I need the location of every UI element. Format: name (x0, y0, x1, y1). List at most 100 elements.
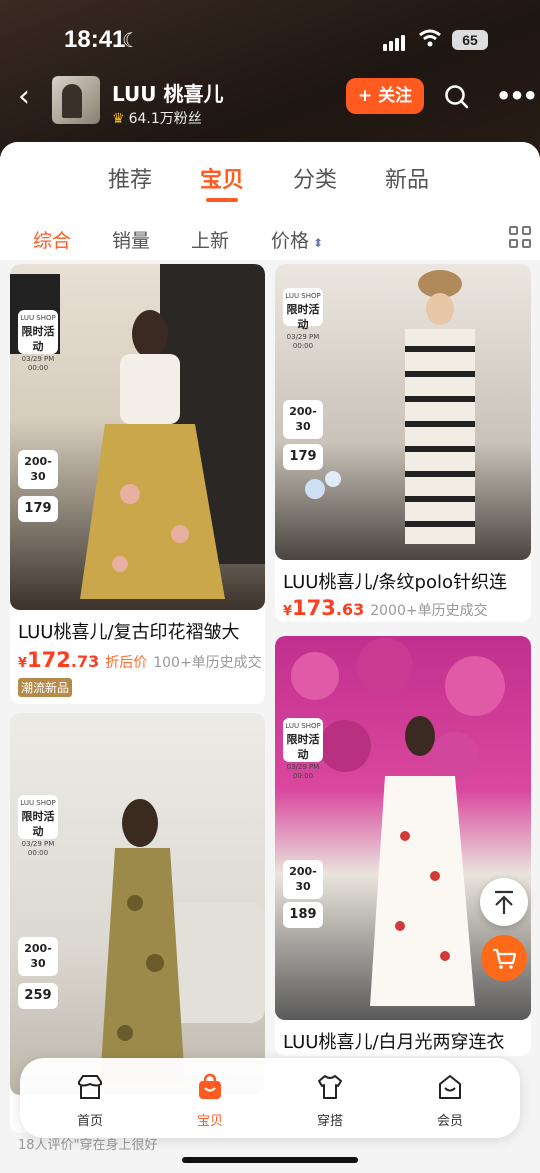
deal-badge: 200-30 (18, 937, 58, 976)
badge-shop: LUU SHOP (20, 314, 56, 322)
badge-deal: 200-30 (289, 865, 317, 894)
deal-badge: 200-30 (283, 400, 323, 439)
price-yen: ¥ (18, 656, 28, 671)
promo-badge: LUU SHOP 限时活动 03/29 PM 00:00 (283, 288, 323, 350)
fans-count: ♛ 64.1万粉丝 (112, 108, 202, 128)
product-title[interactable]: LUU桃喜儿/复古印花褶皱大 (18, 618, 258, 644)
badge-deal: 200-30 (24, 942, 52, 971)
price-yen: ¥ (283, 604, 293, 619)
nav-member[interactable]: 会员 (410, 1072, 490, 1129)
more-icon[interactable]: ••• (496, 82, 538, 110)
nav-products[interactable]: 宝贝 (170, 1072, 250, 1129)
badge-price: 189 (289, 907, 317, 922)
status-time: 18:41 (64, 26, 126, 53)
tab-products[interactable]: 宝贝 (200, 162, 244, 202)
model-figure (100, 799, 265, 1083)
nav-member-label: 会员 (436, 1114, 463, 1129)
deal-badge: 200-30 (18, 450, 58, 489)
cart-button[interactable] (481, 935, 527, 981)
badge-price: 259 (24, 988, 52, 1003)
tab-category[interactable]: 分类 (293, 162, 337, 194)
price-badge: 179 (18, 496, 58, 523)
badge-promo: 限时活动 (21, 809, 55, 839)
badge-shop: LUU SHOP (20, 799, 56, 807)
price-badge: 189 (283, 902, 323, 929)
discount-label: 折后价 (105, 655, 148, 671)
nav-outfits[interactable]: 穿搭 (290, 1072, 370, 1129)
price-int: 173 (292, 596, 336, 620)
badge-date: 03/29 PM 00:00 (286, 332, 320, 351)
price-dec: .73 (70, 652, 100, 671)
crown-icon: ♛ (112, 111, 125, 127)
price-badge: 179 (283, 444, 323, 471)
sold-count: 2000+单历史成交 (370, 603, 488, 619)
sort-comprehensive[interactable]: 综合 (33, 226, 71, 253)
promo-badge: LUU SHOP 限时活动 03/29 PM 00:00 (18, 795, 58, 857)
product-card[interactable]: LUU SHOP 限时活动 03/29 PM 00:00 200-30 189 … (275, 636, 531, 1056)
sold-count: 100+单历史成交 (153, 655, 262, 671)
nav-home-label: 首页 (76, 1114, 103, 1129)
product-image[interactable]: LUU SHOP 限时活动 03/29 PM 00:00 200-30 259 (10, 713, 265, 1095)
badge-date: 03/29 PM 00:00 (21, 839, 55, 858)
battery-indicator: 65 (452, 30, 488, 50)
promo-badge: LUU SHOP 限时活动 03/29 PM 00:00 (283, 718, 323, 780)
badge-promo: 限时活动 (286, 732, 320, 762)
badge-promo: 限时活动 (286, 302, 320, 332)
tab-new[interactable]: 新品 (385, 162, 429, 194)
shop-bar: ‹ LUU 桃喜儿 ♛ 64.1万粉丝 + 关注 ••• (0, 74, 540, 128)
search-icon[interactable] (444, 84, 470, 110)
sort-new[interactable]: 上新 (191, 226, 229, 253)
back-to-top-button[interactable] (480, 878, 528, 926)
tab-bar: 推荐 宝贝 分类 新品 综合 销量 上新 价格 ⬍ (0, 142, 540, 260)
sort-price[interactable]: 价格 ⬍ (271, 226, 323, 253)
nav-products-label: 宝贝 (196, 1114, 223, 1129)
sort-sales[interactable]: 销量 (112, 226, 150, 253)
grid-view-icon[interactable] (509, 226, 531, 248)
wifi-icon (419, 29, 441, 47)
price-dec: .63 (335, 600, 365, 619)
shop-name: LUU 桃喜儿 (112, 82, 224, 106)
product-price: ¥173.63 2000+单历史成交 (283, 596, 488, 620)
tshirt-icon (318, 1075, 342, 1099)
moon-icon: ☾ (122, 28, 140, 52)
signal-icon (383, 32, 407, 51)
shop-logo[interactable] (52, 76, 100, 124)
fans-count-text: 64.1万粉丝 (128, 111, 202, 127)
price-int: 172 (27, 648, 71, 672)
shop-home-icon (78, 1075, 102, 1099)
status-bar: 18:41 ☾ 65 (0, 22, 540, 58)
promo-badge: LUU SHOP 限时活动 03/29 PM 00:00 (18, 310, 58, 372)
sort-arrows-icon: ⬍ (313, 236, 324, 250)
badge-price: 179 (289, 449, 317, 464)
product-card[interactable]: LUU SHOP 限时活动 03/29 PM 00:00 200-30 179 … (275, 264, 531, 622)
nav-outfits-label: 穿搭 (316, 1114, 343, 1129)
deal-badge: 200-30 (283, 860, 323, 899)
sort-price-label: 价格 (271, 230, 310, 252)
product-card[interactable]: LUU SHOP 限时活动 03/29 PM 00:00 200-30 179 … (10, 264, 265, 704)
cart-icon (493, 948, 517, 969)
badge-date: 03/29 PM 00:00 (21, 354, 55, 373)
nav-home[interactable]: 首页 (50, 1072, 130, 1129)
badge-date: 03/29 PM 00:00 (286, 762, 320, 781)
badge-shop: LUU SHOP (285, 292, 321, 300)
tab-recommend[interactable]: 推荐 (108, 162, 152, 194)
product-image[interactable]: LUU SHOP 限时活动 03/29 PM 00:00 200-30 179 (275, 264, 531, 560)
shopping-bag-icon (199, 1073, 221, 1099)
price-badge: 259 (18, 983, 58, 1010)
product-title[interactable]: LUU桃喜儿/条纹polo针织连 (283, 568, 523, 594)
bottom-navigation: 首页 宝贝 穿搭 会员 (20, 1058, 520, 1138)
back-icon[interactable]: ‹ (18, 82, 30, 112)
badge-deal: 200-30 (289, 405, 317, 434)
follow-button[interactable]: + 关注 (346, 78, 424, 114)
badge-price: 179 (24, 501, 52, 516)
badge-shop: LUU SHOP (285, 722, 321, 730)
new-tag: 潮流新品 (18, 678, 73, 697)
product-price: ¥172.73 折后价 100+单历史成交 (18, 648, 262, 672)
product-title[interactable]: LUU桃喜儿/白月光两穿连衣 (283, 1028, 523, 1054)
product-image[interactable]: LUU SHOP 限时活动 03/29 PM 00:00 200-30 179 (10, 264, 265, 610)
member-bag-icon (439, 1075, 461, 1099)
badge-deal: 200-30 (24, 455, 52, 484)
arrow-up-icon (495, 890, 513, 914)
badge-promo: 限时活动 (21, 324, 55, 354)
home-indicator (182, 1157, 358, 1163)
